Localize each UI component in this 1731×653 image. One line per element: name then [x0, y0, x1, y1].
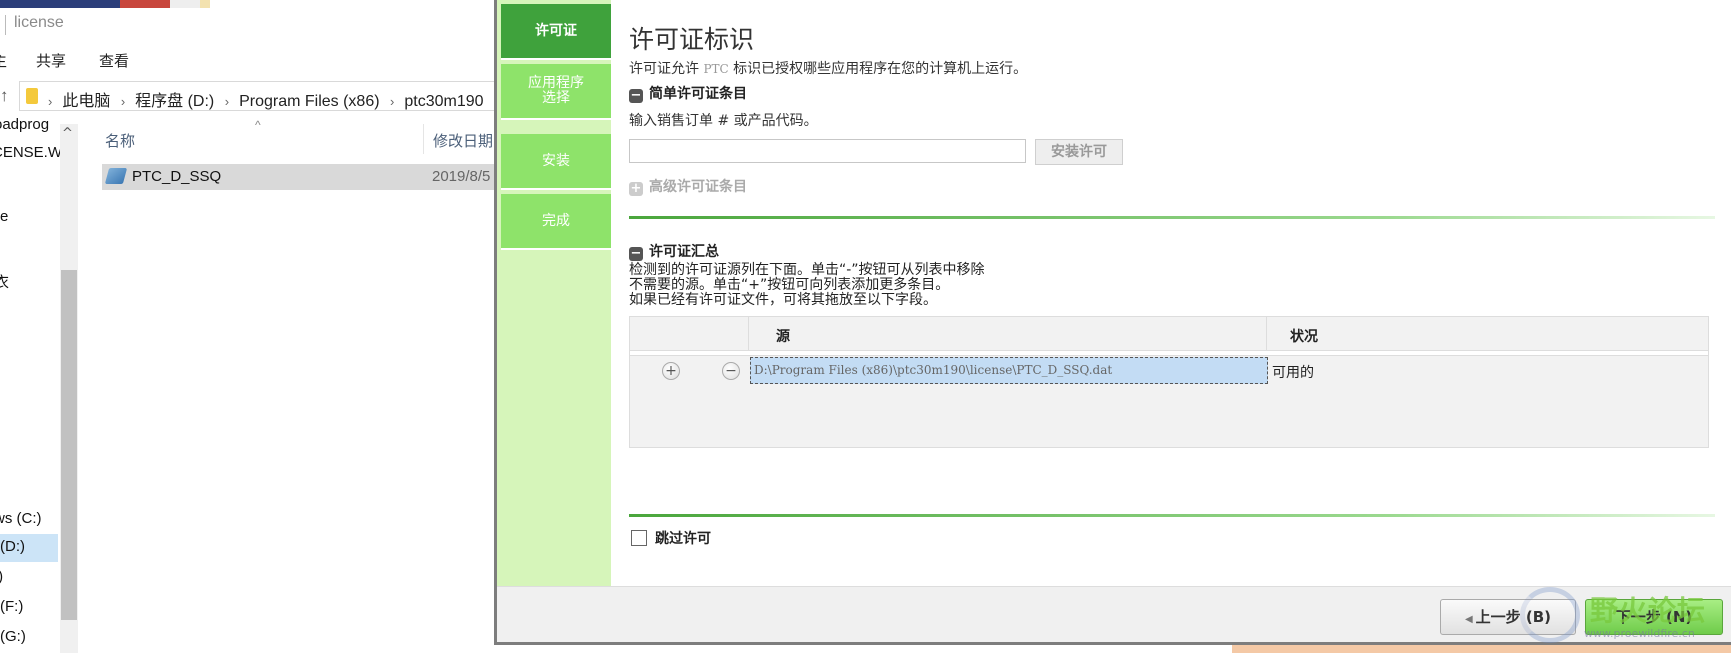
nav-item-drive-c[interactable]: ws (C:) — [0, 510, 42, 527]
section-divider — [629, 514, 1715, 517]
description-ptc: PTC — [703, 62, 729, 76]
chevron-right-icon: › — [390, 94, 395, 109]
file-modified: 2019/8/5 — [432, 168, 491, 185]
column-header-name[interactable]: 名称 — [105, 130, 135, 151]
remove-source-button[interactable]: − — [722, 362, 740, 380]
breadcrumb-ptc30m190[interactable]: ptc30m190 — [404, 93, 483, 110]
title-separator — [5, 15, 6, 35]
triangle-left-icon: ◀ — [1464, 614, 1473, 625]
advanced-license-section-toggle[interactable]: + 高级许可证条目 — [629, 176, 747, 196]
ribbon-tab-view[interactable]: 查看 — [99, 50, 129, 71]
nav-item[interactable]: 衣 — [0, 271, 9, 292]
skip-license-label: 跳过许可 — [655, 531, 711, 547]
nav-item-drive-d[interactable]: (D:) — [0, 534, 58, 562]
expand-icon[interactable]: + — [629, 182, 643, 196]
address-box[interactable]: › 此电脑 › 程序盘 (D:) › Program Files (x86) › ptc… — [19, 81, 500, 111]
section-divider — [629, 216, 1715, 219]
sales-order-input[interactable] — [629, 139, 1026, 163]
scrollbar-thumb[interactable] — [61, 270, 77, 620]
license-source-path[interactable]: D:\Program Files (x86)\ptc30m190\license… — [750, 357, 1268, 384]
summary-line: 检测到的许可证源列在下面。单击“-”按钮可从列表中移除 — [629, 262, 985, 278]
watermark-url: www.proewildfire.cn — [1584, 627, 1695, 640]
breadcrumb-program-files[interactable]: Program Files (x86) — [239, 93, 379, 110]
chevron-right-icon: › — [224, 94, 230, 109]
address-bar: ↑ › 此电脑 › 程序盘 (D:) › Program Files (x86) › p… — [0, 78, 500, 114]
breadcrumb-this-pc[interactable]: 此电脑 — [62, 93, 110, 110]
file-list: 名称 ^ 修改日期 PTC_D_SSQ 2019/8/5 — [80, 118, 500, 653]
file-row[interactable]: PTC_D_SSQ 2019/8/5 — [102, 164, 500, 190]
ribbon-tab-share[interactable]: 共享 — [36, 50, 66, 71]
nav-item[interactable]: CENSE.W — [0, 144, 62, 161]
sort-caret-icon: ^ — [255, 118, 261, 132]
page-title: 许可证标识 — [629, 25, 755, 54]
summary-description: 检测到的许可证源列在下面。单击“-”按钮可从列表中移除 不需要的源。单击“+”按… — [629, 263, 985, 308]
explorer-title: license — [14, 14, 64, 31]
step-finish: 完成 — [501, 194, 611, 250]
ptc-installer-dialog: 许可证 应用程序 选择 安装 完成 许可证标识 许可证允许 PTC 标识已授权哪… — [494, 0, 1731, 645]
table-body: + − D:\Program Files (x86)\ptc30m190\lic… — [630, 355, 1708, 447]
column-header-modified[interactable]: 修改日期 — [423, 124, 493, 154]
column-header-status: 状况 — [1290, 329, 1318, 345]
nav-item[interactable]: oadprog — [0, 116, 49, 133]
section-label: 高级许可证条目 — [649, 179, 747, 195]
up-arrow-icon[interactable]: ↑ — [0, 86, 9, 106]
chevron-right-icon: › — [48, 94, 53, 109]
breadcrumb-drive-d[interactable]: 程序盘 (D:) — [135, 93, 214, 110]
page-description: 许可证允许 PTC 标识已授权哪些应用程序在您的计算机上运行。 — [629, 58, 1027, 78]
license-status: 可用的 — [1272, 365, 1314, 381]
table-header: 源 状况 — [630, 317, 1708, 351]
section-label: 简单许可证条目 — [649, 86, 747, 102]
column-divider — [1266, 317, 1267, 351]
section-label: 许可证汇总 — [649, 244, 719, 260]
step-install: 安装 — [501, 134, 611, 190]
column-divider — [748, 317, 749, 351]
step-app-selection: 应用程序 选择 — [501, 64, 611, 120]
skip-license-checkbox[interactable] — [631, 530, 647, 546]
description-text: 标识已授权哪些应用程序在您的计算机上运行。 — [733, 61, 1028, 77]
skip-license-option[interactable]: 跳过许可 — [631, 528, 711, 548]
description-text: 许可证允许 — [629, 61, 699, 77]
simple-license-section-toggle[interactable]: − 简单许可证条目 — [629, 83, 747, 103]
sales-order-prompt: 输入销售订单 # 或产品代码。 — [629, 113, 818, 129]
column-header-source: 源 — [776, 329, 790, 345]
step-license: 许可证 — [501, 4, 611, 60]
collapse-icon[interactable]: − — [629, 247, 643, 261]
nav-item-drive-g[interactable]: (G:) — [0, 628, 26, 645]
license-file-icon — [104, 168, 128, 184]
explorer-ribbon: 主 共享 查看 — [0, 46, 500, 76]
watermark-text: 野火论坛 — [1590, 594, 1707, 627]
scroll-up-icon[interactable]: ^ — [62, 126, 73, 141]
watermark-logo-icon — [1520, 587, 1580, 643]
wizard-steps-sidebar: 许可证 应用程序 选择 安装 完成 — [497, 0, 611, 586]
nav-item[interactable]: :) — [0, 568, 3, 585]
add-source-button[interactable]: + — [662, 362, 680, 380]
summary-line: 不需要的源。单击“+”按钮可向列表添加更多条目。 — [629, 277, 950, 293]
explorer-title-bar: license — [0, 0, 500, 46]
breadcrumb: › 此电脑 › 程序盘 (D:) › Program Files (x86) › ptc… — [48, 87, 490, 111]
ribbon-tab-home[interactable]: 主 — [0, 50, 7, 71]
file-name: PTC_D_SSQ — [132, 168, 222, 185]
file-list-header: 名称 ^ 修改日期 — [80, 118, 500, 154]
nav-scrollbar[interactable]: ^ — [60, 124, 78, 653]
site-watermark: 野火论坛 www.proewildfire.cn — [1520, 583, 1728, 649]
collapse-icon[interactable]: − — [629, 89, 643, 103]
license-summary-section-toggle[interactable]: − 许可证汇总 — [629, 241, 719, 261]
wizard-content: 许可证标识 许可证允许 PTC 标识已授权哪些应用程序在您的计算机上运行。 − 简… — [611, 0, 1731, 586]
nav-item-drive-f[interactable]: (F:) — [0, 598, 23, 615]
file-explorer-window: license 主 共享 查看 ↑ › 此电脑 › 程序盘 (D:) › Progra… — [0, 0, 500, 653]
taskbar-thumbnails — [0, 0, 300, 8]
chevron-right-icon: › — [120, 94, 126, 109]
summary-line: 如果已经有许可证文件，可将其拖放至以下字段。 — [629, 292, 937, 308]
install-license-button[interactable]: 安装许可 — [1035, 139, 1123, 165]
nav-item[interactable]: e — [0, 208, 8, 225]
folder-icon — [26, 88, 38, 104]
license-sources-table: 源 状况 + − D:\Program Files (x86)\ptc30m19… — [629, 316, 1709, 448]
